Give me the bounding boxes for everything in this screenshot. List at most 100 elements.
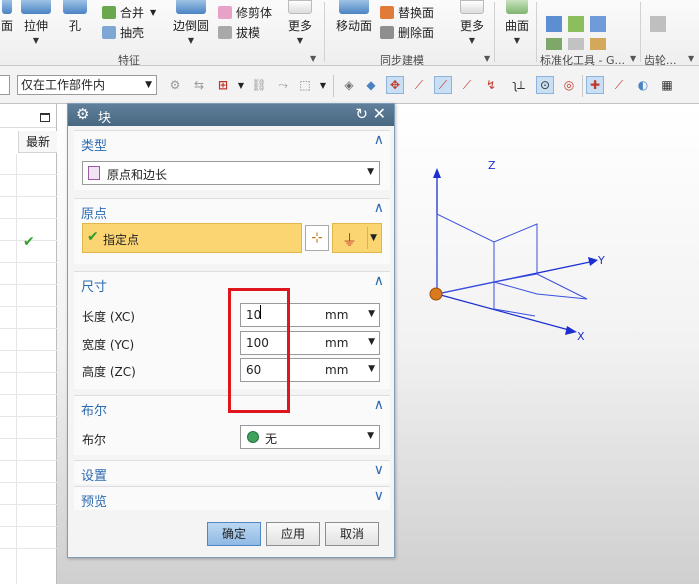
table-row[interactable] — [0, 482, 57, 483]
table-row[interactable] — [0, 306, 57, 307]
bounded-grid-icon[interactable]: ◐ — [634, 76, 652, 94]
origin-point[interactable] — [429, 287, 443, 301]
select-type-icon[interactable]: ⊞ — [214, 76, 232, 94]
column-header-newest[interactable]: 最新 — [18, 131, 57, 153]
table-row[interactable] — [0, 438, 57, 439]
edge-blend-button[interactable]: 边倒圆 ▼ — [170, 0, 212, 45]
control-point-icon[interactable]: ⟋ — [458, 76, 476, 94]
chevron-up-icon[interactable]: ∧ — [374, 132, 384, 148]
filter-select-stub[interactable] — [0, 75, 10, 95]
dialog-title-bar[interactable]: ⚙ 块 ↻ ✕ — [68, 104, 394, 126]
snap-points-icon[interactable]: ✥ — [386, 76, 404, 94]
hole-button[interactable]: 孔 — [62, 0, 88, 34]
table-row[interactable] — [0, 504, 57, 505]
table-row[interactable] — [0, 526, 57, 527]
section-type-header[interactable]: 类型 ∧ — [74, 131, 390, 154]
std-tool-5-icon[interactable] — [568, 38, 584, 50]
solid-select-icon[interactable]: ◆ — [362, 76, 380, 94]
boolean-select[interactable]: 无 ▼ — [240, 425, 380, 449]
type-select[interactable]: 原点和边长 ▼ — [82, 161, 380, 185]
reset-icon[interactable]: ↻ — [355, 105, 368, 123]
section-settings-header[interactable]: 设置 ∨ — [74, 461, 390, 484]
group-feature-dropdown-icon[interactable]: ▼ — [310, 54, 316, 63]
trim-body-button[interactable]: 修剪体 — [218, 4, 272, 21]
specify-point-row[interactable]: ✔ 指定点 — [82, 223, 302, 253]
section-origin-header[interactable]: 原点 ∧ — [74, 199, 390, 222]
point-on-curve-icon[interactable]: ✚ — [586, 76, 604, 94]
draft-button[interactable]: 拔模 — [218, 24, 260, 41]
std-tool-3-icon[interactable] — [590, 16, 606, 32]
chain-icon[interactable]: ⛓ — [250, 76, 268, 94]
group-sync-dropdown-icon[interactable]: ▼ — [484, 54, 490, 63]
replace-face-button[interactable]: 替换面 — [380, 4, 434, 21]
std-tool-2-icon[interactable] — [568, 16, 584, 32]
chevron-down-icon[interactable]: ▼ — [502, 37, 532, 45]
chevron-down-icon[interactable]: ∨ — [374, 462, 384, 478]
chevron-down-icon[interactable]: ▼ — [284, 37, 316, 45]
quadrant-point-icon[interactable]: ◎ — [560, 76, 578, 94]
chevron-down-icon[interactable]: ▼ — [170, 37, 212, 45]
combine-button[interactable]: 合并 ▼ — [102, 4, 156, 21]
chevron-down-icon[interactable]: ▼ — [368, 309, 375, 319]
table-row[interactable] — [0, 548, 57, 549]
chevron-down-icon[interactable]: ∨ — [374, 488, 384, 504]
perpendicular-icon[interactable]: ⟂ — [512, 76, 530, 94]
std-tool-1-icon[interactable] — [546, 16, 562, 32]
delete-face-button[interactable]: 删除面 — [380, 24, 434, 41]
chevron-down-icon[interactable]: ▼ — [370, 233, 377, 243]
chevron-up-icon[interactable]: ∧ — [374, 200, 384, 216]
grid-icon[interactable]: ▦ — [658, 76, 676, 94]
cancel-button[interactable]: 取消 — [325, 522, 379, 546]
gear-icon[interactable]: ⚙ — [76, 105, 89, 123]
chevron-down-icon[interactable]: ▼ — [368, 364, 375, 374]
table-row[interactable] — [0, 174, 57, 175]
table-row[interactable] — [0, 460, 57, 461]
ribbon-face-button[interactable]: 面 — [0, 0, 14, 34]
chevron-down-icon[interactable]: ▼ — [368, 337, 375, 347]
scope-select[interactable]: 仅在工作部件内 ▼ — [17, 75, 157, 95]
end-point-icon[interactable]: ⟋ — [410, 76, 428, 94]
table-row[interactable] — [0, 416, 57, 417]
apply-button[interactable]: 应用 — [266, 522, 320, 546]
table-row[interactable] — [0, 394, 57, 395]
chevron-down-icon[interactable]: ▼ — [456, 37, 488, 45]
object-select-icon[interactable]: ◈ — [340, 76, 358, 94]
table-row[interactable] — [0, 218, 57, 219]
feature-more-button[interactable]: 更多 ▼ — [284, 0, 316, 45]
std-tool-4-icon[interactable] — [546, 38, 562, 50]
table-row[interactable] — [0, 350, 57, 351]
chevron-down-icon[interactable]: ▼ — [150, 8, 156, 17]
table-row[interactable] — [0, 372, 57, 373]
selection-intent-icon[interactable]: ⇆ — [190, 76, 208, 94]
chevron-down-icon[interactable]: ▼ — [20, 37, 52, 45]
chevron-down-icon[interactable]: ▼ — [314, 76, 332, 94]
group-std-dropdown-icon[interactable]: ▼ — [630, 54, 636, 63]
sync-more-button[interactable]: 更多 ▼ — [456, 0, 488, 45]
filter-icon[interactable]: ⤳ — [274, 76, 292, 94]
shell-button[interactable]: 抽壳 — [102, 24, 144, 41]
table-row[interactable] — [0, 196, 57, 197]
table-row[interactable] — [0, 262, 57, 263]
chevron-up-icon[interactable]: ∧ — [374, 397, 384, 413]
close-icon[interactable]: ✕ — [373, 104, 386, 123]
box-select-icon[interactable]: ⬚ — [296, 76, 314, 94]
point-dialog-button[interactable]: ⊹ — [305, 225, 329, 251]
inferred-point-button[interactable]: ⏚ ▼ — [332, 223, 382, 253]
snap-gray-icon[interactable]: ⚙ — [166, 76, 184, 94]
table-row[interactable] — [0, 284, 57, 285]
section-preview-header[interactable]: 预览 ∨ — [74, 487, 390, 510]
arc-center-icon[interactable]: ⊙ — [536, 76, 554, 94]
move-face-button[interactable]: 移动面 — [334, 0, 374, 34]
chevron-down-icon[interactable]: ▼ — [232, 76, 250, 94]
mid-point-icon[interactable]: ⟋ — [434, 76, 452, 94]
chevron-up-icon[interactable]: ∧ — [374, 273, 384, 289]
std-tool-6-icon[interactable] — [590, 38, 606, 50]
group-gear-dropdown-icon[interactable]: ▼ — [688, 54, 694, 63]
gear-tool-icon[interactable] — [650, 16, 666, 32]
point-on-face-icon[interactable]: ⟋ — [610, 76, 628, 94]
extrude-button[interactable]: 拉伸 ▼ — [20, 0, 52, 45]
maximize-icon[interactable] — [40, 113, 50, 122]
surface-button[interactable]: 曲面 ▼ — [502, 0, 532, 45]
ok-button[interactable]: 确定 — [207, 522, 261, 546]
table-row[interactable] — [0, 328, 57, 329]
